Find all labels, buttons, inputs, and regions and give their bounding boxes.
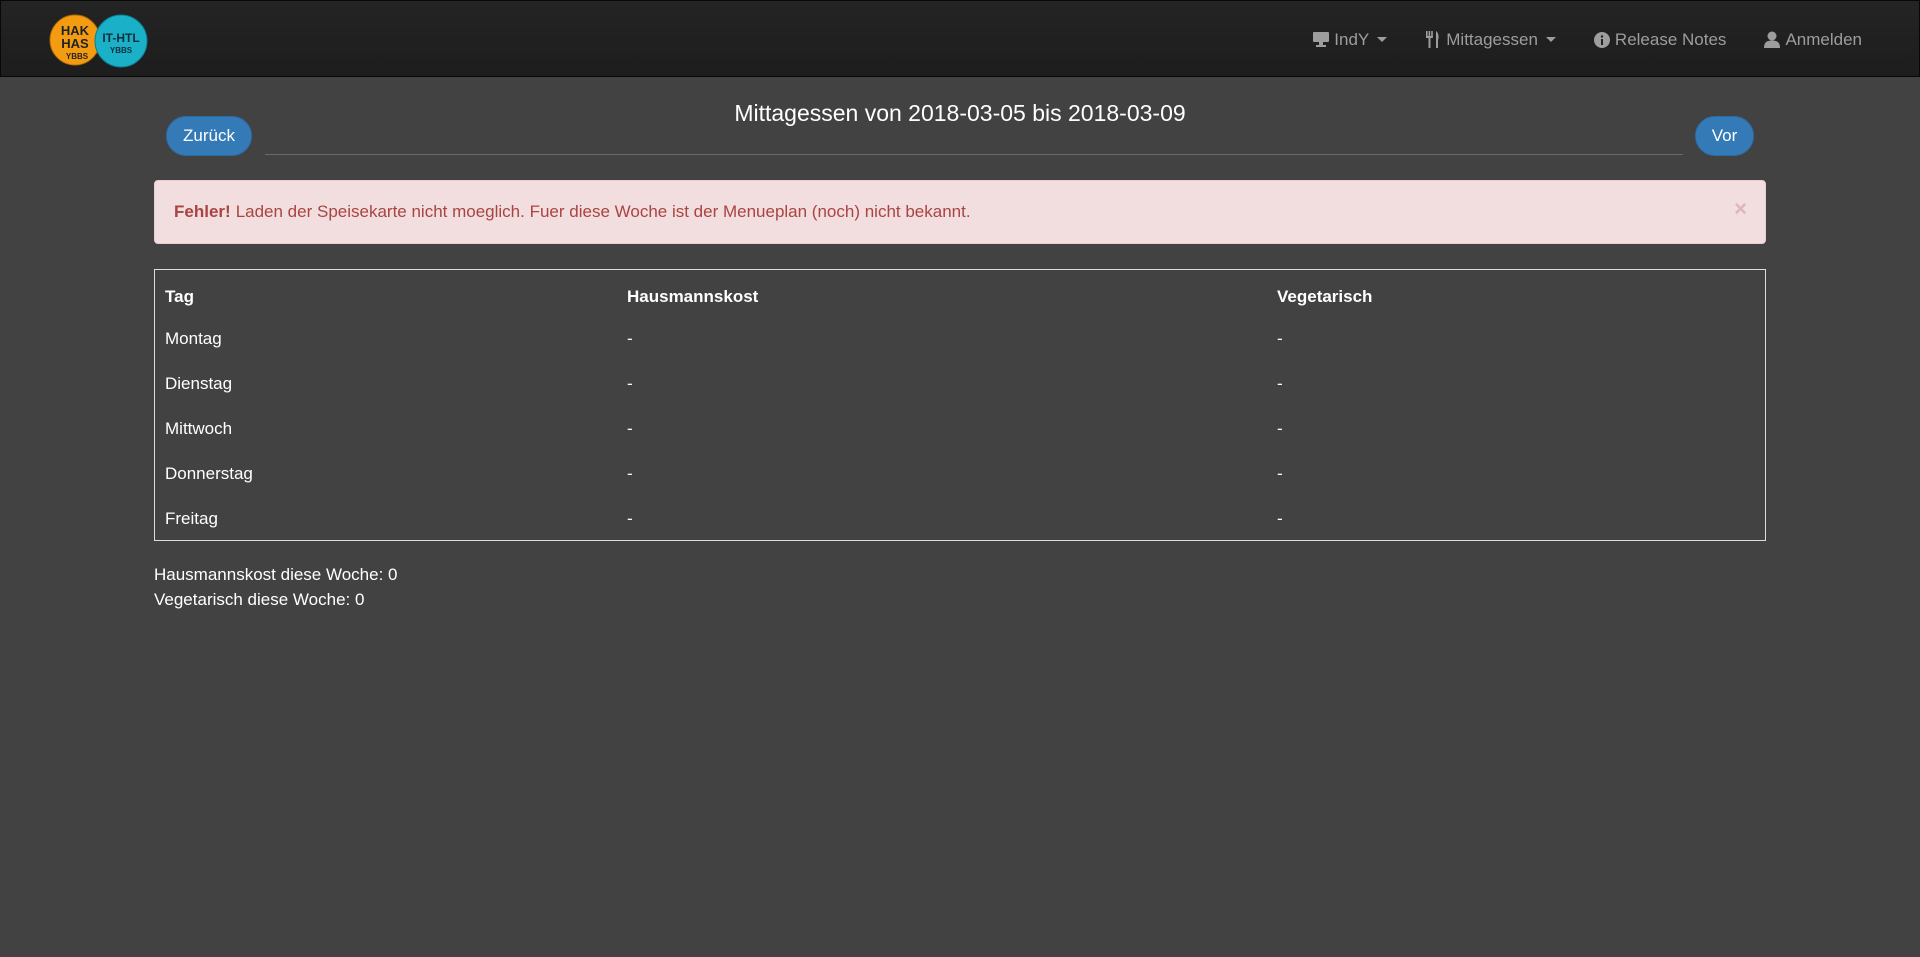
logo-text-has: HAS (61, 36, 89, 51)
cell-hausmannskost: - (627, 463, 633, 483)
nav-release-notes-label: Release Notes (1614, 29, 1727, 49)
table-row: Donnerstag - - (155, 451, 1765, 496)
title-divider (265, 154, 1683, 155)
nav-indy-dropdown[interactable]: IndY (1294, 1, 1406, 78)
logo-text-ithtl: IT-HTL (102, 31, 139, 45)
table-row: Freitag - - (155, 496, 1765, 541)
nav-mittagessen-label: Mittagessen (1446, 29, 1538, 49)
table-row: Montag - - (155, 316, 1765, 361)
school-logo[interactable]: HAK HAS YBBS IT-HTL YBBS (49, 9, 153, 71)
cell-hausmannskost: - (627, 373, 633, 393)
stat-hausmannskost: Hausmannskost diese Woche: 0 (154, 565, 398, 584)
cell-day: Freitag (165, 508, 218, 528)
menu-table: Tag Hausmannskost Vegetarisch Montag - -… (154, 269, 1766, 541)
cell-vegetarisch: - (1277, 328, 1283, 348)
close-icon[interactable]: × (1734, 198, 1747, 220)
cell-vegetarisch: - (1277, 373, 1283, 393)
table-row: Mittwoch - - (155, 406, 1765, 451)
chevron-down-icon (1545, 37, 1556, 42)
cell-vegetarisch: - (1277, 463, 1283, 483)
alert-message: Laden der Speisekarte nicht moeglich. Fu… (235, 202, 971, 221)
nav-login-link[interactable]: Anmelden (1745, 1, 1881, 78)
nav-login-label: Anmelden (1785, 29, 1862, 49)
nav-mittagessen-dropdown[interactable]: Mittagessen (1406, 1, 1575, 78)
cell-vegetarisch: - (1277, 418, 1283, 438)
cell-vegetarisch: - (1277, 508, 1283, 528)
column-header-hausmannskost: Hausmannskost (627, 287, 759, 306)
error-alert: Fehler! Laden der Speisekarte nicht moeg… (154, 180, 1766, 244)
weekly-stats: Hausmannskost diese Woche: 0 Vegetarisch… (154, 562, 397, 612)
stat-vegetarisch: Vegetarisch diese Woche: 0 (154, 590, 365, 609)
logo-text-ybbs-right: YBBS (110, 46, 133, 55)
monitor-icon (1313, 32, 1330, 47)
cell-day: Montag (165, 328, 222, 348)
alert-title: Fehler! (174, 202, 231, 221)
cell-hausmannskost: - (627, 508, 633, 528)
cutlery-icon (1425, 31, 1441, 48)
user-icon (1764, 31, 1781, 48)
cell-hausmannskost: - (627, 328, 633, 348)
cell-day: Donnerstag (165, 463, 253, 483)
cell-day: Mittwoch (165, 418, 233, 438)
table-row: Dienstag - - (155, 361, 1765, 406)
column-header-vegetarisch: Vegetarisch (1277, 287, 1373, 306)
table-header-row: Tag Hausmannskost Vegetarisch (155, 270, 1765, 316)
logo-text-ybbs-left: YBBS (66, 52, 89, 61)
nav-release-notes-link[interactable]: Release Notes (1575, 1, 1746, 78)
cell-day: Dienstag (165, 373, 233, 393)
column-header-day: Tag (165, 287, 194, 306)
chevron-down-icon (1377, 37, 1388, 42)
cell-hausmannskost: - (627, 418, 633, 438)
next-week-button[interactable]: Vor (1695, 116, 1754, 156)
logo-graphic: HAK HAS YBBS IT-HTL YBBS (49, 14, 148, 68)
page-title: Mittagessen von 2018-03-05 bis 2018-03-0… (734, 100, 1186, 126)
previous-week-button[interactable]: Zurück (166, 116, 252, 156)
navbar: HAK HAS YBBS IT-HTL YBBS IndY Mittagesse… (0, 0, 1920, 77)
info-icon (1593, 31, 1610, 48)
nav-indy-label: IndY (1334, 29, 1370, 49)
nav-menu: IndY Mittagessen Release Notes Anmelden (1294, 1, 1881, 78)
